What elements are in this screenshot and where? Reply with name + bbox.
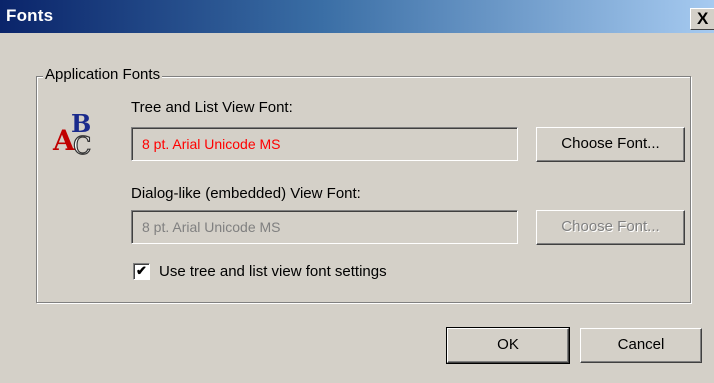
dialog-font-label: Dialog-like (embedded) View Font: <box>131 185 361 202</box>
svg-text:C: C <box>73 132 91 156</box>
cancel-button[interactable]: Cancel <box>580 328 702 363</box>
dialog-choose-font-button: Choose Font... <box>536 210 685 245</box>
group-legend: Application Fonts <box>43 66 163 84</box>
dialog-font-value: 8 pt. Arial Unicode MS <box>142 219 281 235</box>
ok-button[interactable]: OK <box>446 327 570 364</box>
checkbox-label[interactable]: Use tree and list view font settings <box>159 263 387 281</box>
tree-font-field: 8 pt. Arial Unicode MS <box>131 127 518 161</box>
checkmark-icon: ✔ <box>136 263 147 278</box>
use-tree-font-checkbox[interactable]: ✔ <box>133 263 150 280</box>
abc-fonts-icon: A B C <box>52 110 92 156</box>
tree-font-label: Tree and List View Font: <box>131 99 293 116</box>
close-icon: X <box>697 9 709 28</box>
dialog-font-field: 8 pt. Arial Unicode MS <box>131 210 518 244</box>
tree-font-value: 8 pt. Arial Unicode MS <box>142 136 281 152</box>
window-title: Fonts <box>6 6 54 25</box>
tree-choose-font-button[interactable]: Choose Font... <box>536 127 685 162</box>
close-button[interactable]: X <box>690 8 714 30</box>
title-bar: Fonts X <box>0 0 714 33</box>
